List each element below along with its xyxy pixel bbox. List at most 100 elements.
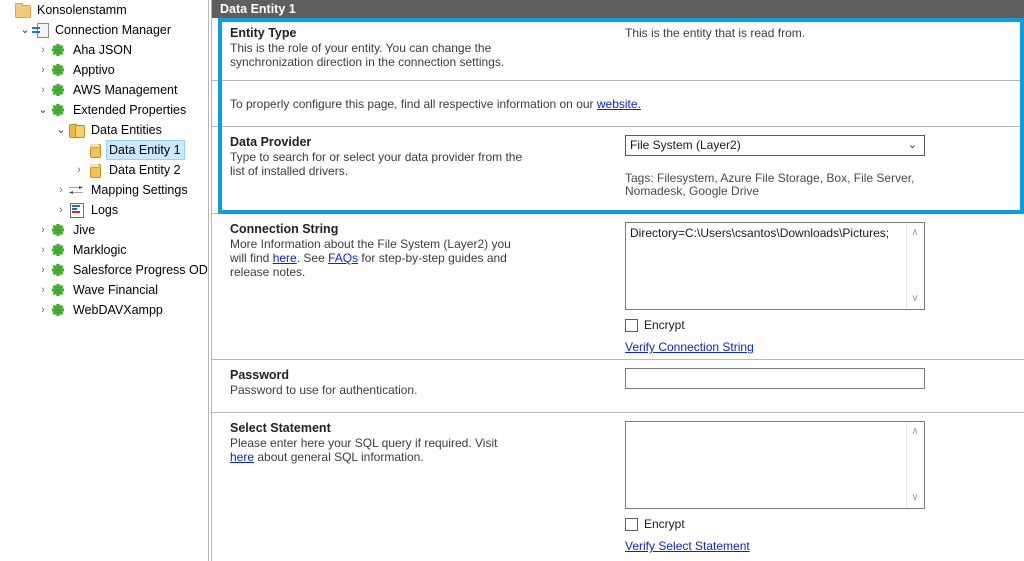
application-window: Konsolenstamm ⌄ Connection Manager › Aha JSO… xyxy=(0,0,1024,561)
tree-item-aws-management[interactable]: › AWS Management xyxy=(0,80,208,100)
tree-item-marklogic[interactable]: › Marklogic xyxy=(0,240,208,260)
select-statement-desc-rest: about general SQL information. xyxy=(254,450,424,464)
connector-plug-icon xyxy=(50,102,68,118)
website-link[interactable]: website. xyxy=(597,97,641,111)
data-entities-icon xyxy=(68,122,86,138)
chevron-down-icon: ⌄ xyxy=(907,139,917,151)
chevron-right-icon[interactable]: › xyxy=(36,80,50,100)
connection-string-input[interactable]: Directory=C:\Users\csantos\Downloads\Pic… xyxy=(625,222,925,310)
data-provider-dropdown[interactable]: File System (Layer2) ⌄ xyxy=(625,135,925,156)
entity-type-value: This is the entity that is read from. xyxy=(625,26,806,40)
tree-item-logs[interactable]: › Logs xyxy=(0,200,208,220)
data-entity-icon xyxy=(86,162,104,178)
verify-connection-string-link[interactable]: Verify Connection String xyxy=(625,340,754,354)
chevron-down-icon[interactable]: ⌄ xyxy=(54,120,68,140)
tree-item-data-entity-2[interactable]: › Data Entity 2 xyxy=(0,160,208,180)
scroll-up-icon[interactable]: ∧ xyxy=(907,226,923,240)
select-statement-encrypt-checkbox[interactable] xyxy=(625,517,638,531)
select-statement-here-link[interactable]: here xyxy=(230,450,254,464)
tree-item-label: Konsolenstamm xyxy=(37,3,127,17)
select-statement-desc-line-2: here about general SQL information. xyxy=(230,450,615,464)
section-select-statement: Select Statement Please enter here your … xyxy=(212,413,1024,559)
info-text: To properly configure this page, find al… xyxy=(230,97,597,111)
connector-plug-icon xyxy=(50,242,68,258)
tree-item-data-entity-1[interactable]: Data Entity 1 xyxy=(0,140,208,160)
chevron-right-icon[interactable]: › xyxy=(54,200,68,220)
tree-item-label: Logs xyxy=(91,203,119,217)
chevron-right-icon[interactable]: › xyxy=(36,260,50,280)
section-info-link: To properly configure this page, find al… xyxy=(212,81,1024,127)
chevron-right-icon[interactable]: › xyxy=(54,180,68,200)
scroll-up-icon[interactable]: ∧ xyxy=(907,425,923,439)
settings-form: Entity Type This is the role of your ent… xyxy=(212,18,1024,561)
tree-item-salesforce-progress-odbc[interactable]: › Salesforce Progress ODBC xyxy=(0,260,208,280)
mapping-settings-icon xyxy=(68,182,86,198)
entity-type-desc-line-1: This is the role of your entity. You can… xyxy=(230,41,492,55)
tree-item-label: Wave Financial xyxy=(73,283,158,297)
tree-item-extended-properties[interactable]: ⌄ Extended Properties xyxy=(0,100,208,120)
tree-item-label: Marklogic xyxy=(73,243,127,257)
verify-select-statement-link[interactable]: Verify Select Statement xyxy=(625,539,750,553)
chevron-right-icon[interactable]: › xyxy=(36,300,50,320)
select-statement-scrollbar[interactable]: ∧ ∨ xyxy=(906,423,923,507)
password-input[interactable] xyxy=(625,368,925,389)
tree-item-wave-financial[interactable]: › Wave Financial xyxy=(0,280,208,300)
section-password: Password Password to use for authenticat… xyxy=(212,360,1024,413)
scroll-down-icon[interactable]: ∨ xyxy=(907,491,923,505)
select-statement-encrypt-label: Encrypt xyxy=(644,517,685,531)
entity-type-value-block: This is the entity that is read from. xyxy=(625,26,1014,72)
data-provider-title: Data Provider xyxy=(230,135,312,149)
scroll-down-icon[interactable]: ∨ xyxy=(907,292,923,306)
connection-manager-icon xyxy=(32,22,50,38)
section-connection-string: Connection String More Information about… xyxy=(212,214,1024,360)
data-provider-desc-line-1: Type to search for or select your data p… xyxy=(230,150,523,164)
select-statement-title: Select Statement xyxy=(230,421,331,435)
connection-string-encrypt-checkbox[interactable] xyxy=(625,318,638,332)
chevron-right-icon[interactable]: › xyxy=(36,240,50,260)
tree-item-label: Jive xyxy=(73,223,96,237)
tree-item-webdavxampp[interactable]: › WebDAVXampp xyxy=(0,300,208,320)
connector-plug-icon xyxy=(50,82,68,98)
entity-type-title: Entity Type xyxy=(230,26,297,40)
tree-item-konsolenstamm[interactable]: Konsolenstamm xyxy=(0,0,208,20)
entity-type-desc-line-2: synchronization direction in the connect… xyxy=(230,55,505,69)
chevron-right-icon[interactable]: › xyxy=(72,160,86,180)
chevron-right-icon[interactable]: › xyxy=(36,60,50,80)
cs-will-find-text: will find xyxy=(230,251,273,265)
connector-plug-icon xyxy=(50,262,68,278)
tree-item-mapping-settings[interactable]: › Mapping Settings xyxy=(0,180,208,200)
tree-item-label: Apptivo xyxy=(73,63,115,77)
select-statement-input[interactable]: ∧ ∨ xyxy=(625,421,925,509)
chevron-down-icon[interactable]: ⌄ xyxy=(36,100,50,120)
tree-item-jive[interactable]: › Jive xyxy=(0,220,208,240)
data-provider-selected-value: File System (Layer2) xyxy=(630,138,741,152)
tree-item-label: Data Entity 1 xyxy=(106,140,185,160)
data-provider-desc-line-2: list of installed drivers. xyxy=(230,164,349,178)
tree-item-label: Connection Manager xyxy=(55,23,172,37)
select-statement-encrypt-row[interactable]: Encrypt xyxy=(625,517,1014,531)
tree-item-aha-json[interactable]: › Aha JSON xyxy=(0,40,208,60)
page-title: Data Entity 1 xyxy=(212,0,1024,18)
tree-item-data-entities[interactable]: ⌄ Data Entities xyxy=(0,120,208,140)
tree-item-label: Extended Properties xyxy=(73,103,187,117)
chevron-right-icon[interactable]: › xyxy=(36,280,50,300)
connector-plug-icon xyxy=(50,62,68,78)
connection-tree-panel[interactable]: Konsolenstamm ⌄ Connection Manager › Aha JSO… xyxy=(0,0,208,561)
password-description-block: Password Password to use for authenticat… xyxy=(230,368,625,404)
folder-icon xyxy=(14,2,32,18)
connection-string-control-block: Directory=C:\Users\csantos\Downloads\Pic… xyxy=(625,222,1014,354)
connection-string-scrollbar[interactable]: ∧ ∨ xyxy=(906,224,923,308)
tree-item-label: Data Entities xyxy=(91,123,162,137)
connection-string-faqs-link[interactable]: FAQs xyxy=(328,251,358,265)
tree-item-apptivo[interactable]: › Apptivo xyxy=(0,60,208,80)
select-statement-control-block: ∧ ∨ Encrypt Verify Select Statement xyxy=(625,421,1014,553)
cs-see-text: . See xyxy=(296,251,329,265)
connection-string-here-link[interactable]: here xyxy=(273,251,297,265)
connector-plug-icon xyxy=(50,302,68,318)
connection-string-encrypt-row[interactable]: Encrypt xyxy=(625,318,1014,332)
chevron-right-icon[interactable]: › xyxy=(36,220,50,240)
data-provider-control-block: File System (Layer2) ⌄ Tags: Filesystem,… xyxy=(625,135,1014,205)
chevron-down-icon[interactable]: ⌄ xyxy=(18,20,32,40)
chevron-right-icon[interactable]: › xyxy=(36,40,50,60)
tree-item-connection-manager[interactable]: ⌄ Connection Manager xyxy=(0,20,208,40)
